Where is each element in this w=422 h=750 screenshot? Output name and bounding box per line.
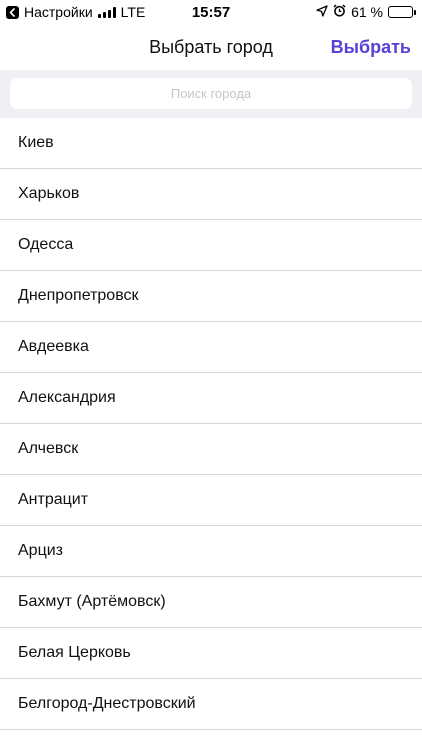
- list-item[interactable]: Антрацит: [0, 475, 422, 526]
- list-item[interactable]: Одесса: [0, 220, 422, 271]
- list-item[interactable]: Белая Церковь: [0, 628, 422, 679]
- list-item[interactable]: Белгород-Днестровский: [0, 679, 422, 730]
- status-bar: Настройки LTE 61 % 15:57: [0, 0, 422, 24]
- list-item[interactable]: Киев: [0, 118, 422, 169]
- status-bar-right: 61 %: [316, 4, 416, 20]
- back-app-label[interactable]: Настройки: [24, 4, 93, 20]
- list-item[interactable]: Авдеевка: [0, 322, 422, 373]
- list-item[interactable]: Харьков: [0, 169, 422, 220]
- signal-bars-icon: [97, 6, 116, 18]
- location-arrow-icon: [316, 4, 328, 20]
- battery-percent: 61 %: [351, 4, 383, 20]
- select-button[interactable]: Выбрать: [331, 24, 411, 70]
- list-item[interactable]: Александрия: [0, 373, 422, 424]
- list-item[interactable]: Арциз: [0, 526, 422, 577]
- alarm-icon: [333, 4, 346, 20]
- list-item[interactable]: Бахмут (Артёмовск): [0, 577, 422, 628]
- back-chevron-icon[interactable]: [6, 5, 19, 19]
- nav-bar: Выбрать город Выбрать: [0, 24, 422, 70]
- city-list: Киев Харьков Одесса Днепропетровск Авдеевка А…: [0, 118, 422, 730]
- network-type: LTE: [120, 4, 146, 20]
- search-area: [0, 70, 422, 118]
- list-item[interactable]: Днепропетровск: [0, 271, 422, 322]
- battery-icon: [388, 6, 416, 18]
- screen: Настройки LTE 61 % 15:57 Выбрать город В…: [0, 0, 422, 750]
- status-bar-left: Настройки LTE: [6, 4, 145, 20]
- search-input[interactable]: [10, 78, 412, 109]
- page-title: Выбрать город: [149, 36, 273, 57]
- list-item[interactable]: Алчевск: [0, 424, 422, 475]
